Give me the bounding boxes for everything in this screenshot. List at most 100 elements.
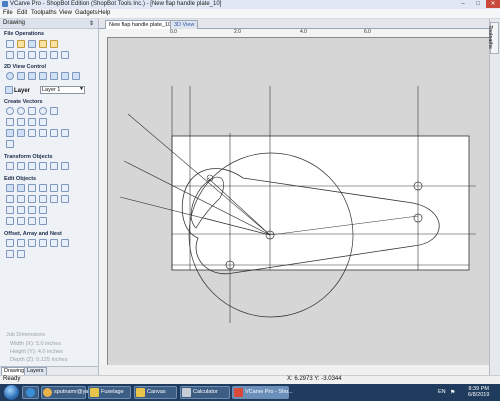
text-icon[interactable]	[6, 129, 14, 137]
close-vector-icon[interactable]	[39, 195, 47, 203]
panel-pin-icon[interactable]: ⇕	[89, 20, 94, 27]
view-split-icon[interactable]	[72, 72, 80, 80]
step-repeat-icon[interactable]	[6, 250, 14, 258]
intersect-icon[interactable]	[6, 195, 14, 203]
nest-icon[interactable]	[61, 239, 69, 247]
offset-tools	[0, 238, 98, 260]
draw-line-icon[interactable]	[6, 118, 14, 126]
system-clock[interactable]: 8:39 PM 6/8/2019	[468, 386, 489, 398]
align-icon[interactable]	[61, 162, 69, 170]
start-button[interactable]	[4, 385, 19, 400]
offset-vectors-icon[interactable]	[6, 239, 14, 247]
tab-document[interactable]: New flap handle plate_10	[105, 20, 176, 29]
node-select-icon[interactable]	[17, 184, 25, 192]
close-button[interactable]: ✕	[486, 0, 500, 8]
dimension-icon[interactable]	[28, 129, 36, 137]
section-file-operations: File Operations	[4, 31, 45, 37]
drawing-vectors[interactable]	[108, 38, 489, 365]
copy-along-icon[interactable]	[50, 239, 58, 247]
fillet-corners-icon[interactable]	[17, 239, 25, 247]
circular-array-icon[interactable]	[39, 239, 47, 247]
new-file-icon[interactable]	[6, 40, 14, 48]
fillet-icon[interactable]	[50, 129, 58, 137]
open-file-icon[interactable]	[17, 40, 25, 48]
language-indicator[interactable]: EN	[438, 389, 446, 395]
array-copy-icon[interactable]	[28, 239, 36, 247]
app-icon	[2, 1, 8, 7]
ruler-label: 6.0	[364, 29, 371, 35]
join-icon[interactable]	[28, 195, 36, 203]
job-setup-icon[interactable]	[6, 51, 14, 59]
mirror-icon[interactable]	[39, 162, 47, 170]
node-edit-icon[interactable]	[61, 129, 69, 137]
redo-icon[interactable]	[61, 51, 69, 59]
menu-edit[interactable]: Edit	[17, 10, 27, 16]
zoom-box-icon[interactable]	[28, 72, 36, 80]
save-icon[interactable]	[28, 40, 36, 48]
trace-bitmap-icon[interactable]	[6, 140, 14, 148]
move-icon[interactable]	[6, 162, 14, 170]
grid-icon[interactable]	[17, 250, 25, 258]
view-grid-icon[interactable]	[50, 72, 58, 80]
create-ramp-icon[interactable]	[39, 206, 47, 214]
menu-file[interactable]: File	[3, 10, 13, 16]
minimize-button[interactable]: –	[456, 0, 470, 8]
edit-objects-tools	[0, 183, 98, 227]
distort-icon[interactable]	[39, 217, 47, 225]
section-transform-objects: Transform Objects	[4, 154, 53, 160]
layer-value: Layer 1	[42, 87, 61, 93]
set-position-icon[interactable]	[17, 162, 25, 170]
select-icon[interactable]	[6, 184, 14, 192]
menu-view[interactable]: View	[59, 10, 72, 16]
cut-vector-icon[interactable]	[28, 217, 36, 225]
undo-icon[interactable]	[50, 51, 58, 59]
zoom-all-icon[interactable]	[6, 72, 14, 80]
menu-help[interactable]: Help	[98, 10, 110, 16]
rotate-icon[interactable]	[28, 162, 36, 170]
draw-polygon-icon[interactable]	[39, 107, 47, 115]
break-icon[interactable]	[17, 217, 25, 225]
delete-icon[interactable]	[61, 195, 69, 203]
tab-3d-view[interactable]: 3D View	[170, 20, 199, 29]
paste-icon[interactable]	[39, 51, 47, 59]
import-icon[interactable]	[39, 40, 47, 48]
draw-curve-icon[interactable]	[17, 118, 25, 126]
draw-rectangle-icon[interactable]	[28, 107, 36, 115]
zoom-out-icon[interactable]	[39, 72, 47, 80]
text-on-curve-icon[interactable]	[17, 129, 25, 137]
draw-circle-icon[interactable]	[6, 107, 14, 115]
draw-ellipse-icon[interactable]	[17, 107, 25, 115]
ruler-left	[99, 37, 108, 365]
window-title: VCarve Pro - ShopBot Edition (ShopBot To…	[10, 1, 222, 7]
flag-icon[interactable]: ⚑	[450, 389, 455, 396]
extend-icon[interactable]	[6, 206, 14, 214]
drawing-canvas[interactable]	[108, 38, 489, 365]
create-vectors-tools	[0, 106, 98, 150]
menu-gadgets[interactable]: Gadgets	[75, 10, 98, 16]
group-icon[interactable]	[28, 184, 36, 192]
ungroup-icon[interactable]	[39, 184, 47, 192]
scale-icon[interactable]	[50, 162, 58, 170]
draw-star-icon[interactable]	[50, 107, 58, 115]
trim-icon[interactable]	[17, 195, 25, 203]
auto-layout-icon[interactable]	[39, 129, 47, 137]
subtract-icon[interactable]	[61, 184, 69, 192]
curve-fit-icon[interactable]	[50, 195, 58, 203]
draw-arc-icon[interactable]	[28, 118, 36, 126]
fit-icon[interactable]	[6, 217, 14, 225]
maximize-button[interactable]: □	[471, 0, 485, 8]
offset-icon[interactable]	[17, 206, 25, 214]
cut-icon[interactable]	[17, 51, 25, 59]
draw-spline-icon[interactable]	[39, 118, 47, 126]
view-3d-icon[interactable]	[61, 72, 69, 80]
browser-icon	[26, 388, 35, 397]
weld-icon[interactable]	[50, 184, 58, 192]
ruler-label: 2.0	[234, 29, 241, 35]
chevron-down-icon[interactable]: ▼	[79, 86, 84, 92]
layer-label: Layer	[14, 88, 31, 94]
zoom-in-icon[interactable]	[17, 72, 25, 80]
menu-toolpaths[interactable]: Toolpaths	[31, 10, 57, 16]
import-bitmap-icon[interactable]	[50, 40, 58, 48]
smooth-icon[interactable]	[28, 206, 36, 214]
copy-icon[interactable]	[28, 51, 36, 59]
